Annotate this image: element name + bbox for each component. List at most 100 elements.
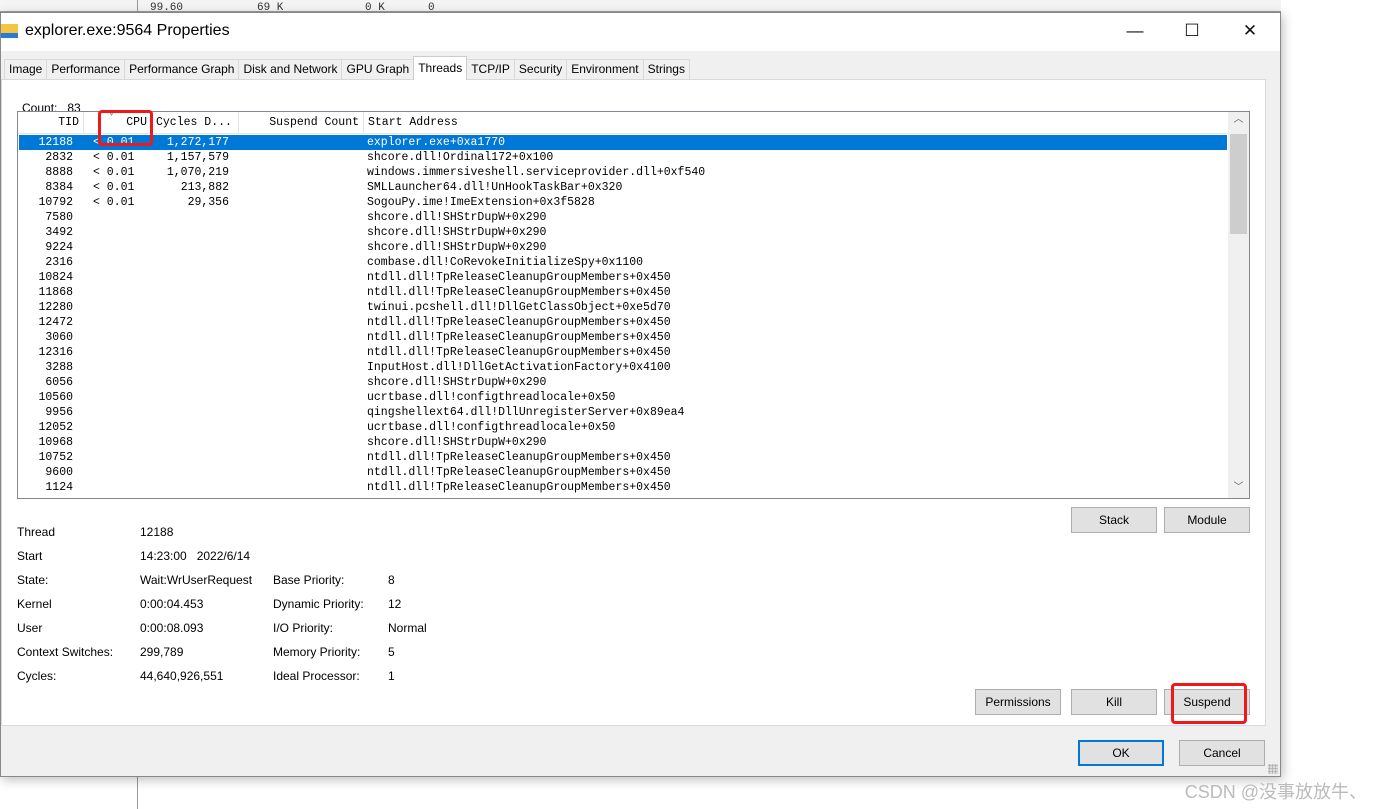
detail-base-priority-label: Base Priority:: [273, 573, 345, 587]
thread-row[interactable]: 10968 shcore.dll!SHStrDupW+0x290: [19, 435, 1227, 450]
tab-disk-and-network[interactable]: Disk and Network: [238, 59, 343, 80]
thread-row[interactable]: 3288 InputHost.dll!DllGetActivationFactor…: [19, 360, 1227, 375]
bg-cell: 0 K: [365, 2, 385, 12]
cell-cycles: 1,157,579: [166, 151, 229, 164]
cell-cpu: < 0.01: [93, 196, 135, 209]
cell-addr: shcore.dll!SHStrDupW+0x290: [367, 226, 547, 239]
cell-tid: 9956: [45, 406, 73, 419]
thread-row[interactable]: 12316 ntdll.dll!TpReleaseCleanupGroupMemb…: [19, 345, 1227, 360]
detail-start-value: 14:23:00 2022/6/14: [140, 549, 251, 563]
cell-tid: 3060: [45, 331, 73, 344]
thread-row[interactable]: 3492 shcore.dll!SHStrDupW+0x290: [19, 225, 1227, 240]
thread-row[interactable]: 12188 < 0.01 1,272,177 explorer.exe+0xa1770: [19, 135, 1227, 150]
cell-addr: explorer.exe+0xa1770: [367, 136, 506, 149]
cell-addr: twinui.pcshell.dll!DllGetClassObject+0xe…: [367, 301, 671, 314]
cell-tid: 12280: [38, 301, 73, 314]
cell-tid: 12188: [38, 136, 73, 149]
column-tid[interactable]: TID: [18, 112, 84, 134]
cell-addr: ntdll.dll!TpReleaseCleanupGroupMembers+0…: [367, 286, 671, 299]
cell-tid: 2832: [45, 151, 73, 164]
close-button[interactable]: ✕: [1221, 13, 1279, 49]
tab-environment[interactable]: Environment: [566, 59, 644, 80]
detail-thread-value: 12188: [140, 525, 174, 539]
thread-row[interactable]: 12280 twinui.pcshell.dll!DllGetClassObjec…: [19, 300, 1227, 315]
thread-row[interactable]: 12052 ucrtbase.dll!configthreadlocale+0x5…: [19, 420, 1227, 435]
thread-row[interactable]: 10560 ucrtbase.dll!configthreadlocale+0x5…: [19, 390, 1227, 405]
threads-list[interactable]: TID ˅ CPU Cycles D... Suspend Count Star…: [17, 111, 1250, 499]
minimize-button[interactable]: —: [1106, 13, 1164, 49]
cell-tid: 1124: [45, 481, 73, 494]
stack-button[interactable]: Stack: [1071, 507, 1157, 533]
thread-row[interactable]: 9600 ntdll.dll!TpReleaseCleanupGroupMembe…: [19, 465, 1227, 480]
tab-performance-graph[interactable]: Performance Graph: [124, 59, 240, 80]
cell-tid: 12052: [38, 421, 73, 434]
thread-row[interactable]: 10824 ntdll.dll!TpReleaseCleanupGroupMemb…: [19, 270, 1227, 285]
list-header: TID ˅ CPU Cycles D... Suspend Count Star…: [18, 112, 1228, 134]
cell-addr: ucrtbase.dll!configthreadlocale+0x50: [367, 421, 616, 434]
cell-addr: shcore.dll!Ordinal172+0x100: [367, 151, 554, 164]
detail-ideal-processor-label: Ideal Processor:: [273, 669, 360, 683]
maximize-button[interactable]: ☐: [1163, 13, 1221, 49]
resize-grip[interactable]: [1268, 764, 1278, 774]
thread-row[interactable]: 8384 < 0.01 213,882 SMLLauncher64.dll!UnHoo…: [19, 180, 1227, 195]
tab-tcp-ip[interactable]: TCP/IP: [466, 59, 515, 80]
cancel-button[interactable]: Cancel: [1179, 740, 1265, 766]
thread-row[interactable]: 12472 ntdll.dll!TpReleaseCleanupGroupMemb…: [19, 315, 1227, 330]
detail-user-value: 0:00:08.093: [140, 621, 204, 635]
folder-app-icon: [1, 24, 18, 38]
thread-row[interactable]: 1124 ntdll.dll!TpReleaseCleanupGroupMembe…: [19, 480, 1227, 495]
thread-row[interactable]: 3060 ntdll.dll!TpReleaseCleanupGroupMembe…: [19, 330, 1227, 345]
tab-security[interactable]: Security: [513, 59, 568, 80]
window-title: explorer.exe:9564 Properties: [25, 22, 230, 39]
cell-tid: 10792: [38, 196, 73, 209]
title-bar[interactable]: explorer.exe:9564 Properties — ☐ ✕: [1, 13, 1280, 51]
cell-addr: InputHost.dll!DllGetActivationFactory+0x…: [367, 361, 671, 374]
tab-strings[interactable]: Strings: [642, 59, 690, 80]
cell-cpu: < 0.01: [93, 151, 135, 164]
cell-addr: shcore.dll!SHStrDupW+0x290: [367, 211, 547, 224]
thread-row[interactable]: 9224 shcore.dll!SHStrDupW+0x290: [19, 240, 1227, 255]
detail-io-priority-label: I/O Priority:: [273, 621, 334, 635]
vertical-scrollbar[interactable]: ︿ ﹀: [1228, 112, 1249, 498]
thread-row[interactable]: 8888 < 0.01 1,070,219 windows.immersiveshel…: [19, 165, 1227, 180]
column-cycles-delta[interactable]: Cycles D...: [152, 112, 239, 134]
tab-gpu-graph[interactable]: GPU Graph: [341, 59, 415, 80]
tab-bar: Image Performance Performance Graph Disk…: [4, 56, 690, 80]
thread-row[interactable]: 2832 < 0.01 1,157,579 shcore.dll!Ordinal172…: [19, 150, 1227, 165]
detail-cycles-label: Cycles:: [17, 669, 57, 683]
cell-addr: ntdll.dll!TpReleaseCleanupGroupMembers+0…: [367, 271, 671, 284]
detail-memory-priority-value: 5: [388, 645, 395, 659]
bg-cell: 69 K: [257, 2, 284, 12]
detail-dynamic-priority-value: 12: [388, 597, 402, 611]
cell-addr: shcore.dll!SHStrDupW+0x290: [367, 436, 547, 449]
scroll-down-icon[interactable]: ﹀: [1228, 480, 1249, 498]
thread-row[interactable]: 10792 < 0.01 29,356 SogouPy.ime!ImeExtensio…: [19, 195, 1227, 210]
cell-tid: 9600: [45, 466, 73, 479]
detail-kernel-value: 0:00:04.453: [140, 597, 204, 611]
scroll-up-icon[interactable]: ︿: [1228, 112, 1249, 130]
permissions-button[interactable]: Permissions: [975, 689, 1061, 715]
cell-addr: combase.dll!CoRevokeInitializeSpy+0x1100: [367, 256, 644, 269]
tab-threads[interactable]: Threads: [413, 56, 468, 80]
thread-row[interactable]: 10752 ntdll.dll!TpReleaseCleanupGroupMemb…: [19, 450, 1227, 465]
column-start-address[interactable]: Start Address: [364, 112, 1228, 134]
cell-addr: ntdll.dll!TpReleaseCleanupGroupMembers+0…: [367, 331, 671, 344]
cell-cpu: < 0.01: [93, 181, 135, 194]
thread-row[interactable]: 6056 shcore.dll!SHStrDupW+0x290: [19, 375, 1227, 390]
thread-row[interactable]: 7580 shcore.dll!SHStrDupW+0x290: [19, 210, 1227, 225]
module-button[interactable]: Module: [1164, 507, 1250, 533]
thread-row[interactable]: 11868 ntdll.dll!TpReleaseCleanupGroupMemb…: [19, 285, 1227, 300]
scroll-thumb[interactable]: [1230, 134, 1247, 234]
thread-row[interactable]: 9956 qingshellext64.dll!DllUnregisterServ…: [19, 405, 1227, 420]
tab-image[interactable]: Image: [4, 59, 48, 80]
cell-cycles: 1,272,177: [166, 136, 229, 149]
cell-addr: shcore.dll!SHStrDupW+0x290: [367, 376, 547, 389]
cell-addr: windows.immersiveshell.serviceprovider.d…: [367, 166, 706, 179]
detail-start-label: Start: [17, 549, 43, 563]
thread-row[interactable]: 2316 combase.dll!CoRevokeInitializeSpy+0x…: [19, 255, 1227, 270]
detail-state-label: State:: [17, 573, 49, 587]
kill-button[interactable]: Kill: [1071, 689, 1157, 715]
ok-button[interactable]: OK: [1078, 740, 1164, 766]
tab-performance[interactable]: Performance: [46, 59, 126, 80]
column-suspend-count[interactable]: Suspend Count: [239, 112, 364, 134]
